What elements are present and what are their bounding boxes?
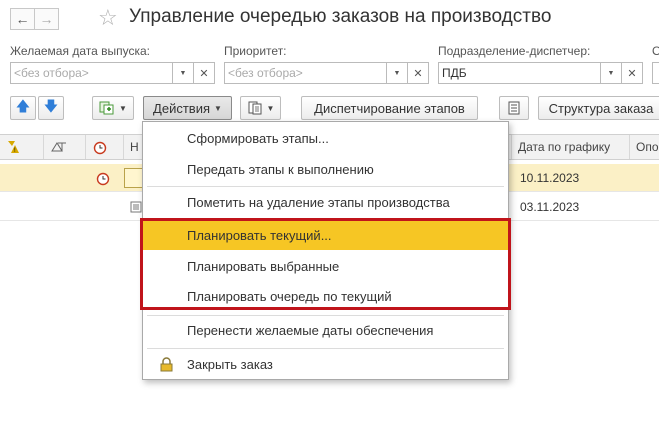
arrow-down-icon: 🡇 (43, 98, 59, 114)
menu-item-close-order-label: Закрыть заказ (187, 357, 273, 372)
list-settings-button[interactable] (499, 96, 529, 120)
priority-filter-input[interactable]: <без отбора> (224, 62, 387, 84)
move-down-button[interactable]: 🡇 (38, 96, 64, 120)
menu-separator (147, 186, 504, 187)
list-icon (508, 101, 520, 115)
chevron-down-icon: ▼ (119, 103, 127, 113)
create-based-on-icon (99, 101, 114, 115)
priority-filter-clear[interactable]: ✕ (407, 62, 429, 84)
chevron-down-icon: ▼ (179, 69, 187, 77)
lock-icon (160, 357, 173, 372)
date-filter-label: Желаемая дата выпуска: (10, 44, 150, 58)
date-filter-clear[interactable]: ✕ (193, 62, 215, 84)
arrow-right-icon: → (39, 11, 54, 27)
stages-icon (51, 142, 66, 152)
date-filter-dropdown[interactable]: ▼ (172, 62, 194, 84)
extra-filter-input[interactable] (652, 62, 659, 84)
actions-button[interactable]: Действия ▼ (143, 96, 232, 120)
forward-button[interactable]: → (34, 8, 59, 30)
document-icon (124, 168, 144, 188)
back-button[interactable]: ← (10, 8, 35, 30)
date-filter-input[interactable]: <без отбора> (10, 62, 173, 84)
actions-button-label: Действия (153, 100, 211, 116)
menu-item-mark-deletion[interactable]: Пометить на удаление этапы производства (143, 188, 508, 217)
scheduled-date-cell: 03.11.2023 (520, 200, 580, 214)
print-button[interactable]: ▼ (240, 96, 281, 120)
column-status-icon-header[interactable] (44, 135, 86, 159)
extra-filter-label: О (652, 44, 659, 58)
menu-separator (147, 348, 504, 349)
menu-item-form-stages[interactable]: Сформировать этапы... (143, 124, 508, 153)
print-icon (248, 101, 262, 115)
highlight-frame (140, 218, 511, 310)
arrow-up-icon: 🡅 (15, 98, 31, 114)
dispatch-stages-button[interactable]: Диспетчирование этапов (301, 96, 478, 120)
column-op-header[interactable]: Опо (630, 135, 659, 159)
column-scheduled-date-header[interactable]: Дата по графику (512, 135, 630, 159)
column-deadline-icon-header[interactable] (86, 135, 124, 159)
alarm-clock-icon (93, 141, 107, 155)
division-filter-dropdown[interactable]: ▼ (600, 62, 622, 84)
favorite-star-icon[interactable]: ☆ (98, 5, 118, 31)
document-icon (130, 201, 142, 213)
priority-icon: ! (8, 141, 19, 154)
close-icon: ✕ (627, 67, 637, 80)
order-structure-button[interactable]: Структура заказа (538, 96, 659, 120)
page-title: Управление очередью заказов на производс… (129, 6, 552, 27)
scheduled-date-cell: 10.11.2023 (520, 171, 580, 185)
column-priority-icon-header[interactable]: ! (0, 135, 44, 159)
chevron-down-icon: ▼ (393, 69, 401, 77)
chevron-down-icon: ▼ (607, 69, 615, 77)
division-filter-input[interactable]: ПДБ (438, 62, 601, 84)
chevron-down-icon: ▼ (214, 103, 222, 113)
menu-item-close-order[interactable]: Закрыть заказ (143, 350, 508, 379)
priority-filter-dropdown[interactable]: ▼ (386, 62, 408, 84)
move-up-button[interactable]: 🡅 (10, 96, 36, 120)
menu-item-transfer-stages[interactable]: Передать этапы к выполнению (143, 155, 508, 184)
arrow-left-icon: ← (15, 11, 30, 27)
close-icon: ✕ (413, 67, 423, 80)
close-icon: ✕ (199, 67, 209, 80)
priority-filter-label: Приоритет: (224, 44, 287, 58)
chevron-down-icon: ▼ (266, 103, 275, 113)
division-filter-clear[interactable]: ✕ (621, 62, 643, 84)
menu-item-move-dates[interactable]: Перенести желаемые даты обеспечения (143, 316, 508, 345)
division-filter-label: Подразделение-диспетчер: (438, 44, 591, 58)
alarm-clock-icon (96, 172, 110, 186)
create-based-on-button[interactable]: ▼ (92, 96, 134, 120)
